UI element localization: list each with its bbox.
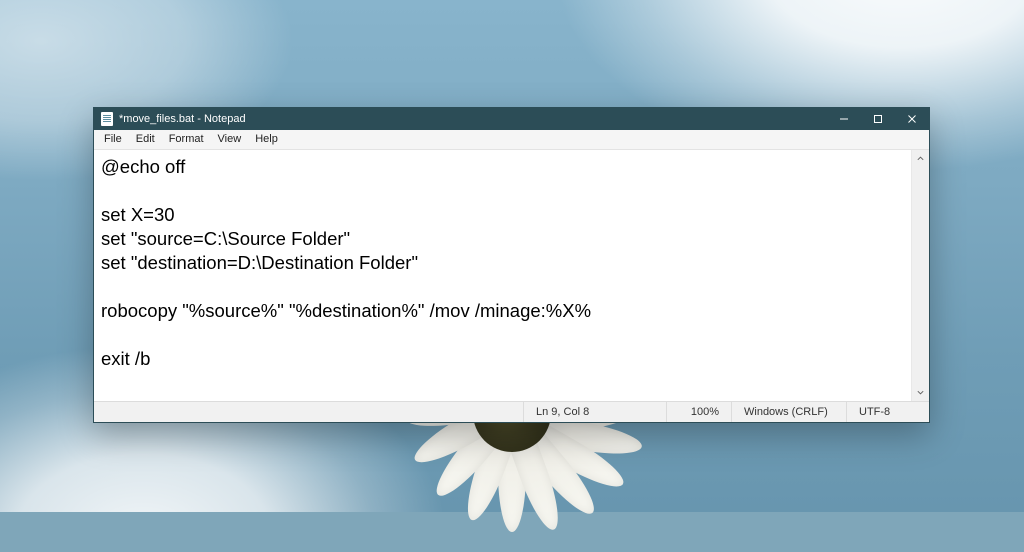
text-editor[interactable]: @echo off set X=30 set "source=C:\Source… bbox=[94, 150, 929, 401]
menubar: File Edit Format View Help bbox=[94, 130, 929, 150]
titlebar[interactable]: *move_files.bat - Notepad bbox=[94, 108, 929, 130]
statusbar: Ln 9, Col 8 100% Windows (CRLF) UTF-8 bbox=[94, 401, 929, 422]
notepad-window: *move_files.bat - Notepad File Edit Form… bbox=[93, 107, 930, 423]
maximize-button[interactable] bbox=[861, 108, 895, 130]
menu-file[interactable]: File bbox=[97, 130, 129, 149]
minimize-button[interactable] bbox=[827, 108, 861, 130]
scroll-down-icon[interactable] bbox=[912, 384, 929, 401]
vertical-scrollbar[interactable] bbox=[911, 150, 929, 401]
menu-view[interactable]: View bbox=[211, 130, 249, 149]
notepad-icon bbox=[101, 112, 113, 126]
close-button[interactable] bbox=[895, 108, 929, 130]
menu-edit[interactable]: Edit bbox=[129, 130, 162, 149]
status-position: Ln 9, Col 8 bbox=[524, 402, 667, 422]
menu-format[interactable]: Format bbox=[162, 130, 211, 149]
status-zoom: 100% bbox=[667, 402, 732, 422]
status-encoding: UTF-8 bbox=[847, 402, 929, 422]
menu-help[interactable]: Help bbox=[248, 130, 285, 149]
scroll-up-icon[interactable] bbox=[912, 150, 929, 167]
editor-area: @echo off set X=30 set "source=C:\Source… bbox=[94, 150, 929, 401]
status-line-ending: Windows (CRLF) bbox=[732, 402, 847, 422]
window-title: *move_files.bat - Notepad bbox=[119, 113, 252, 125]
